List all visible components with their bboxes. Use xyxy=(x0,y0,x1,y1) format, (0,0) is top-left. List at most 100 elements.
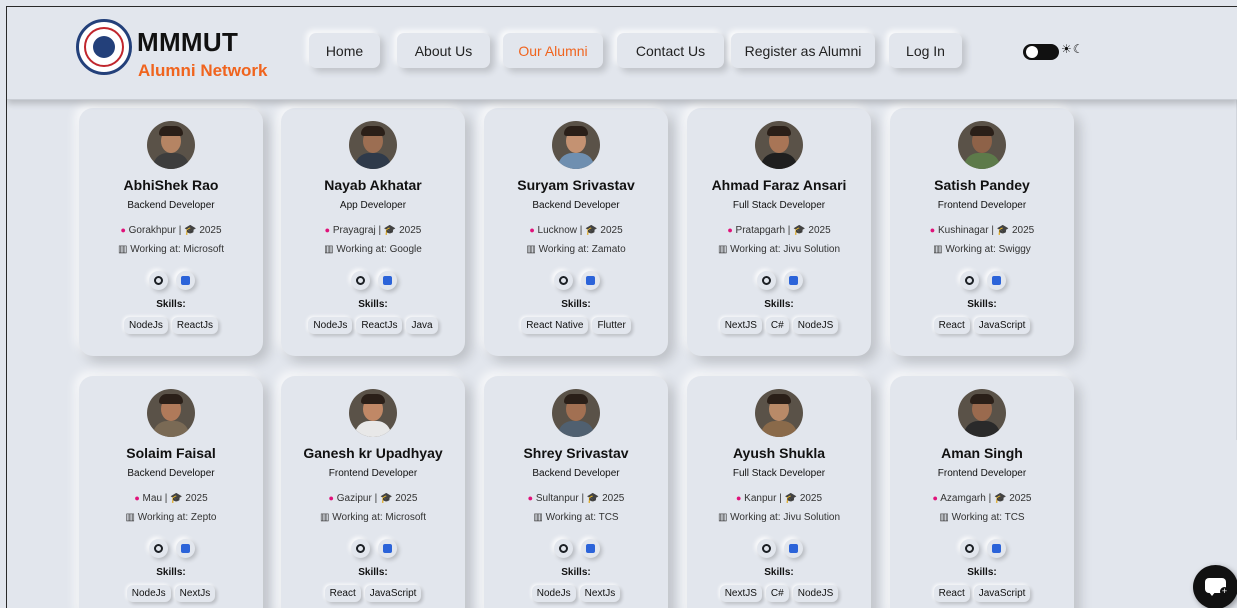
github-glyph xyxy=(154,544,163,553)
linkedin-glyph xyxy=(789,544,798,553)
skill-chip: React Native xyxy=(521,317,589,334)
avatar xyxy=(349,121,397,169)
alumni-work-text: Working at: Jivu Solution xyxy=(730,244,841,255)
graduation-cap-icon: 🎓 xyxy=(793,225,806,236)
avatar-torso xyxy=(761,421,797,437)
location-pin-icon: ● xyxy=(932,493,938,503)
github-icon[interactable] xyxy=(960,539,979,558)
social-links xyxy=(554,271,600,291)
alumni-role: Backend Developer xyxy=(532,200,620,211)
linkedin-icon[interactable] xyxy=(784,271,803,290)
alumni-name: Solaim Faisal xyxy=(126,445,216,461)
github-icon[interactable] xyxy=(351,539,370,558)
alumni-year: 2025 xyxy=(395,493,418,504)
github-icon[interactable] xyxy=(351,271,370,290)
avatar-torso xyxy=(355,421,391,437)
avatar-hair xyxy=(767,126,791,136)
skill-chip: NodeJs xyxy=(123,317,168,334)
skill-chip: Java xyxy=(406,317,438,334)
alumni-work: ▥ Working at: TCS xyxy=(890,512,1074,523)
nav-about-button[interactable]: About Us xyxy=(397,33,490,68)
graduation-cap-icon: 🎓 xyxy=(996,225,1010,236)
avatar xyxy=(349,389,397,437)
linkedin-glyph xyxy=(789,276,798,285)
brand-subtitle: Alumni Network xyxy=(138,61,268,80)
plus-icon: + xyxy=(1220,586,1229,596)
alumni-work: ▥ Working at: Jivu Solution xyxy=(687,512,871,523)
social-links xyxy=(960,271,1006,291)
github-icon[interactable] xyxy=(757,271,776,290)
social-links xyxy=(757,539,803,559)
github-glyph xyxy=(559,276,568,285)
building-icon: ▥ xyxy=(939,512,949,523)
alumni-meta: ● Gazipur | 🎓 2025 xyxy=(281,493,465,504)
location-pin-icon: ● xyxy=(727,225,733,235)
alumni-card: Nayab Akhatar App Developer ● Prayagraj … xyxy=(281,108,465,356)
avatar-hair xyxy=(159,126,183,136)
avatar-torso xyxy=(558,421,594,437)
avatar-torso xyxy=(558,153,594,169)
linkedin-icon[interactable] xyxy=(378,539,397,558)
skill-chip: NodeJS xyxy=(792,317,839,334)
nav-contact-button[interactable]: Contact Us xyxy=(617,33,724,68)
alumni-year: 2025 xyxy=(399,225,422,236)
alumni-work-text: Working at: Microsoft xyxy=(332,512,426,523)
linkedin-glyph xyxy=(992,544,1001,553)
linkedin-icon[interactable] xyxy=(378,271,397,290)
skills-label: Skills: xyxy=(358,299,388,310)
nav-home-button[interactable]: Home xyxy=(309,33,380,68)
avatar-hair xyxy=(970,126,994,136)
nav-register-button[interactable]: Register as Alumni xyxy=(731,33,875,68)
avatar-hair xyxy=(361,394,385,404)
alumni-work: ▥ Working at: Zepto xyxy=(79,512,263,523)
github-icon[interactable] xyxy=(554,271,573,290)
avatar xyxy=(552,389,600,437)
nav-alumni-button[interactable]: Our Alumni xyxy=(503,33,603,68)
graduation-cap-icon: 🎓 xyxy=(585,225,598,236)
skill-chip: JavaScript xyxy=(973,317,1031,334)
location-pin-icon: ● xyxy=(324,225,331,235)
github-icon[interactable] xyxy=(757,539,776,558)
alumni-year: 2025 xyxy=(799,493,823,504)
alumni-card: Ganesh kr Upadhyay Frontend Developer ● … xyxy=(281,376,465,608)
linkedin-icon[interactable] xyxy=(987,271,1006,290)
linkedin-icon[interactable] xyxy=(581,271,600,290)
social-links xyxy=(351,271,397,291)
nav-login-button[interactable]: Log In xyxy=(889,33,962,68)
university-logo[interactable] xyxy=(76,19,132,75)
skills-list: React JavaScript xyxy=(890,317,1074,334)
github-icon[interactable] xyxy=(149,539,168,558)
graduation-cap-icon: 🎓 xyxy=(784,493,798,504)
github-icon[interactable] xyxy=(960,271,979,290)
skill-chip: NextJs xyxy=(579,585,621,602)
alumni-name: Suryam Srivastav xyxy=(517,177,635,193)
graduation-cap-icon: 🎓 xyxy=(170,493,183,504)
chat-bubble-tail xyxy=(1208,591,1216,596)
brand-title: MMMUT xyxy=(137,27,239,57)
chat-button[interactable]: + xyxy=(1193,565,1237,608)
github-glyph xyxy=(559,544,568,553)
alumni-year: 2025 xyxy=(808,225,831,236)
skill-chip: NodeJs xyxy=(531,585,576,602)
alumni-role: Full Stack Developer xyxy=(732,200,826,211)
skill-chip: NextJS xyxy=(719,585,762,602)
location-pin-icon: ● xyxy=(120,225,126,235)
linkedin-icon[interactable] xyxy=(176,271,195,290)
alumni-card: AbhiShek Rao Backend Developer ● Gorakhp… xyxy=(79,108,263,356)
avatar-torso xyxy=(761,153,797,169)
linkedin-icon[interactable] xyxy=(581,539,600,558)
skill-chip: Flutter xyxy=(592,317,631,334)
github-glyph xyxy=(965,276,974,285)
alumni-work-text: Working at: Google xyxy=(336,244,422,255)
location-pin-icon: ● xyxy=(134,493,140,503)
linkedin-glyph xyxy=(383,544,392,553)
github-icon[interactable] xyxy=(554,539,573,558)
linkedin-icon[interactable] xyxy=(784,539,803,558)
linkedin-icon[interactable] xyxy=(987,539,1006,558)
theme-toggle[interactable] xyxy=(1023,44,1059,60)
skills-label: Skills: xyxy=(561,567,591,578)
github-icon[interactable] xyxy=(149,271,168,290)
linkedin-icon[interactable] xyxy=(176,539,195,558)
alumni-meta: ● Gorakhpur | 🎓 2025 xyxy=(79,225,263,236)
building-icon: ▥ xyxy=(933,244,943,255)
